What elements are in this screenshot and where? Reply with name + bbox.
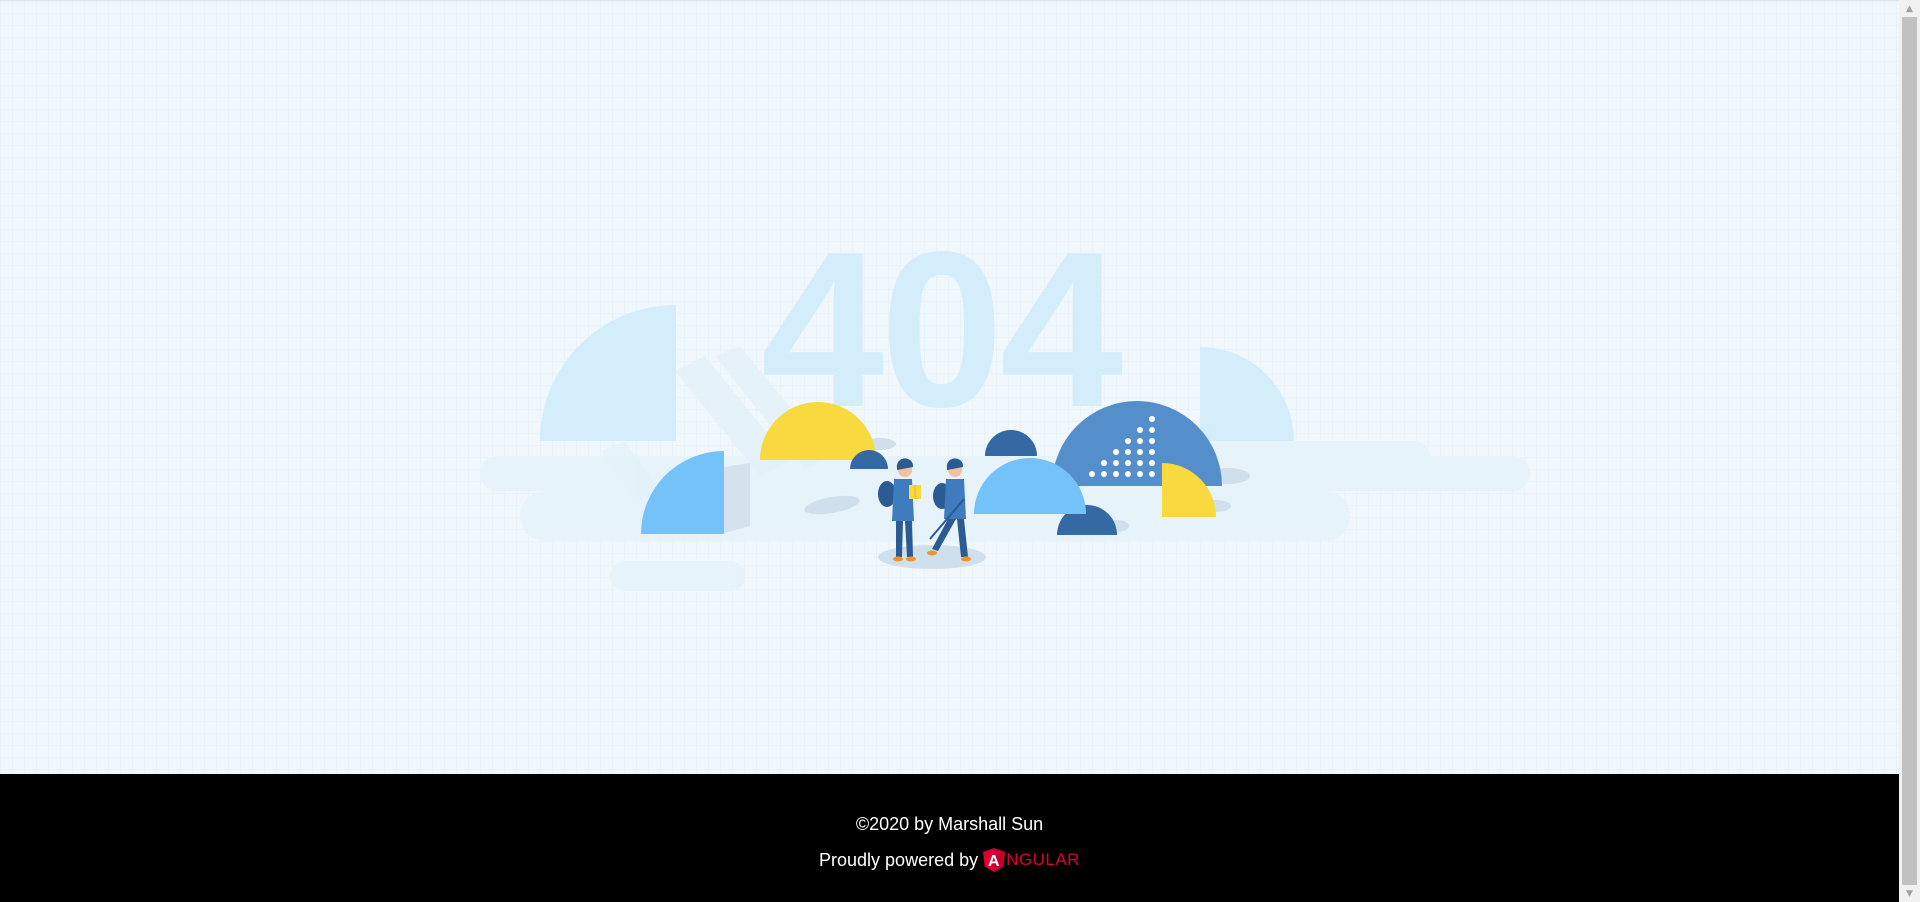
angular-logo-letter: A xyxy=(988,853,1000,870)
angular-brand-text: NGULAR xyxy=(1006,850,1080,869)
left-quarter-circle-shape xyxy=(540,305,676,441)
page-viewport: 404 ©2020 by Marshall Sun Proudly powere… xyxy=(0,0,1899,902)
site-footer: ©2020 by Marshall Sun Proudly powered by… xyxy=(0,774,1899,902)
grey-block-shape xyxy=(724,463,750,533)
not-found-section: 404 xyxy=(0,0,1899,774)
scroll-down-arrow-icon[interactable]: ▼ xyxy=(1899,885,1920,902)
angular-logo-icon: A xyxy=(983,848,1006,872)
scroll-up-arrow-icon[interactable]: ▲ xyxy=(1899,0,1920,17)
copyright-text: ©2020 by Marshall Sun xyxy=(855,814,1044,834)
angular-brand-link[interactable]: A NGULAR xyxy=(983,846,1080,874)
404-illustration: 404 xyxy=(480,206,1530,591)
powered-by-line: Proudly powered by A NGULAR xyxy=(0,846,1899,874)
scrollbar-thumb[interactable] xyxy=(1902,17,1917,885)
vertical-scrollbar[interactable]: ▲ ▼ xyxy=(1899,0,1920,902)
powered-by-text: Proudly powered by xyxy=(819,850,979,870)
right-quarter-circle-shape xyxy=(1200,347,1294,441)
